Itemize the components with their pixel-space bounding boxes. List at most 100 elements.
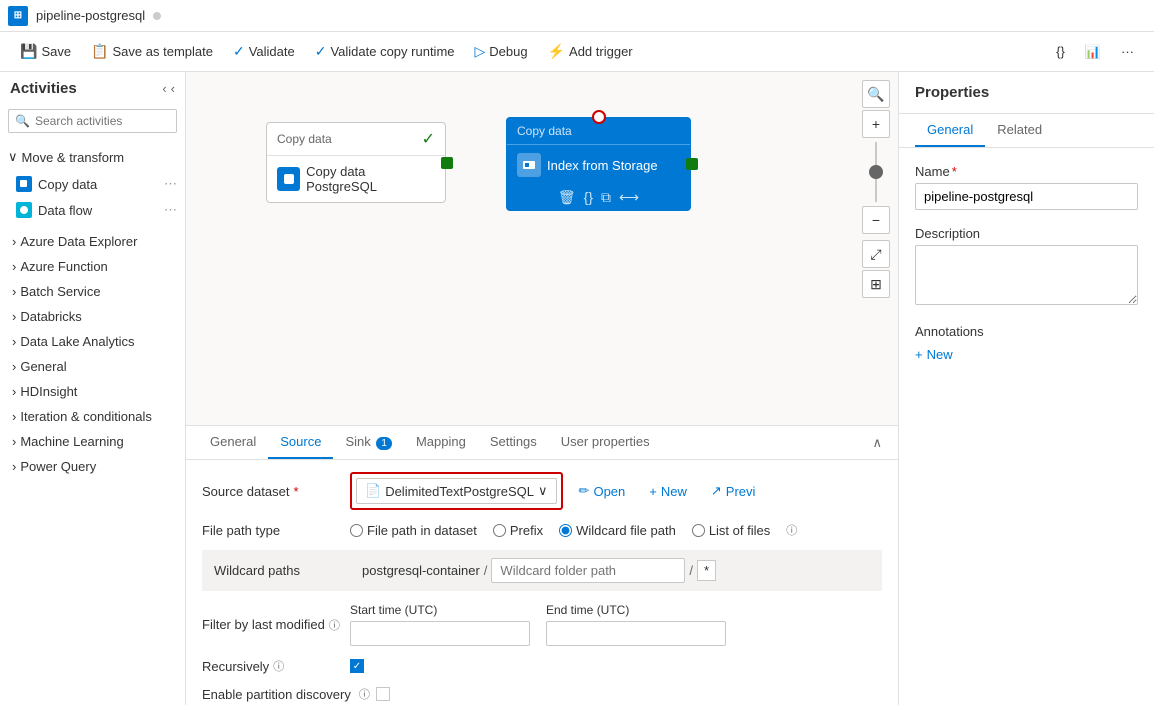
radio-file-path-dataset[interactable]: File path in dataset: [350, 523, 477, 538]
search-activities-input[interactable]: [8, 109, 177, 133]
app-icon: ⊞: [8, 6, 28, 26]
canvas-search-btn[interactable]: 🔍: [862, 80, 890, 108]
node-delete-btn[interactable]: 🗑: [558, 189, 576, 206]
props-tab-general[interactable]: General: [915, 114, 985, 147]
pipeline-canvas[interactable]: Copy data ✓ Copy data PostgreSQL: [186, 72, 898, 425]
edit-icon: ✏: [579, 483, 590, 499]
sidebar-collapse-controls[interactable]: ‹ ‹: [162, 81, 175, 96]
sidebar-item-data-flow[interactable]: Data flow ⋯: [0, 197, 185, 223]
add-new-label: New: [927, 347, 953, 362]
wildcard-folder-input[interactable]: [491, 558, 685, 583]
canvas-grid-btn[interactable]: ⊞: [862, 270, 890, 298]
recursively-info-icon[interactable]: ⓘ: [273, 658, 284, 674]
title-bar: ⊞ pipeline-postgresql: [0, 0, 1154, 32]
tab-mapping[interactable]: Mapping: [404, 426, 478, 459]
partition-checkbox[interactable]: [376, 687, 390, 701]
props-tab-related[interactable]: Related: [985, 114, 1054, 147]
panel-collapse-btn[interactable]: ∧: [868, 431, 886, 455]
file-path-info-icon[interactable]: ⓘ: [786, 522, 797, 538]
description-textarea[interactable]: [915, 245, 1138, 305]
sidebar-item-general[interactable]: › General: [0, 354, 185, 379]
sidebar-section-header-move-transform[interactable]: ∨ Move & transform: [0, 145, 185, 169]
name-label-text: Name: [915, 164, 950, 179]
name-input[interactable]: [915, 183, 1138, 210]
filter-info-icon[interactable]: ⓘ: [329, 617, 340, 633]
path-separator-1: /: [484, 563, 488, 578]
bottom-panel: General Source Sink 1 Mapping: [186, 425, 898, 705]
sidebar-item-machine-learning[interactable]: › Machine Learning: [0, 429, 185, 454]
dataset-select[interactable]: 📄 DelimitedTextPostgreSQL ∨: [356, 478, 557, 504]
sidebar-item-databricks[interactable]: › Databricks: [0, 304, 185, 329]
tab-general[interactable]: General: [198, 426, 268, 459]
copy-icon[interactable]: ⋯: [164, 176, 177, 192]
recursively-checkbox[interactable]: ✓: [350, 659, 364, 673]
filter-label-text: Filter by last modified: [202, 617, 325, 632]
source-tab-content: Source dataset * 📄 DelimitedTextPostgreS…: [186, 460, 898, 705]
data-flow-copy-icon[interactable]: ⋯: [164, 202, 177, 218]
tab-user-properties[interactable]: User properties: [549, 426, 662, 459]
sidebar-item-data-lake-analytics[interactable]: › Data Lake Analytics: [0, 329, 185, 354]
sidebar-item-iteration-conditionals[interactable]: › Iteration & conditionals: [0, 404, 185, 429]
preview-data-btn[interactable]: ↗ Previ: [703, 479, 764, 503]
radio-prefix-input[interactable]: [493, 524, 506, 537]
code-view-button[interactable]: {}: [1048, 40, 1073, 64]
end-time-input[interactable]: [546, 621, 726, 646]
sidebar-item-azure-function[interactable]: › Azure Function: [0, 254, 185, 279]
chevron-left2-icon[interactable]: ‹: [171, 81, 175, 96]
node-copy-postgresql[interactable]: Copy data ✓ Copy data PostgreSQL: [266, 122, 446, 203]
hdinsight-label: HDInsight: [20, 384, 77, 399]
node-connector-top-storage: [592, 110, 606, 124]
validate-copy-runtime-button[interactable]: ✓ Validate copy runtime: [307, 39, 463, 64]
data-flow-item-main: Data flow: [16, 202, 92, 218]
chevron-left-icon[interactable]: ‹: [162, 81, 166, 96]
canvas-fit-btn[interactable]: ⤢: [862, 240, 890, 268]
node-index-storage[interactable]: Copy data Index from Storage: [506, 117, 691, 211]
wildcard-paths-label: Wildcard paths: [214, 563, 354, 578]
open-dataset-btn[interactable]: ✏ Open: [571, 479, 634, 503]
annotations-label: Annotations: [915, 324, 1138, 339]
node-code-btn[interactable]: {}: [584, 189, 593, 206]
debug-button[interactable]: ▷ Debug: [467, 39, 536, 64]
monitor-button[interactable]: 📊: [1077, 40, 1109, 64]
container-value: postgresql-container: [362, 563, 480, 578]
data-lake-analytics-label: Data Lake Analytics: [20, 334, 134, 349]
sidebar-title: Activities: [10, 80, 77, 97]
more-button[interactable]: ···: [1113, 40, 1142, 64]
wildcard-paths-controls: postgresql-container / / *: [362, 558, 716, 583]
new-label: New: [661, 484, 687, 499]
save-icon: 💾: [20, 43, 37, 60]
radio-list-input[interactable]: [692, 524, 705, 537]
radio-list-of-files[interactable]: List of files: [692, 523, 770, 538]
data-flow-actions: ⋯: [164, 202, 177, 218]
canvas-zoom-out-btn[interactable]: −: [862, 206, 890, 234]
partition-info-icon[interactable]: ⓘ: [359, 686, 370, 702]
node-copy-btn[interactable]: ⧉: [601, 189, 611, 206]
tab-settings[interactable]: Settings: [478, 426, 549, 459]
add-annotation-btn[interactable]: + New: [915, 347, 1138, 362]
radio-prefix[interactable]: Prefix: [493, 523, 543, 538]
source-dataset-label-text: Source dataset: [202, 484, 289, 499]
sidebar-item-batch-service[interactable]: › Batch Service: [0, 279, 185, 304]
start-time-input[interactable]: [350, 621, 530, 646]
canvas-zoom-slider[interactable]: [875, 142, 877, 202]
tab-sink[interactable]: Sink 1: [333, 426, 403, 459]
radio-wildcard-file-path[interactable]: Wildcard file path: [559, 523, 676, 538]
open-label: Open: [593, 484, 625, 499]
databricks-label: Databricks: [20, 309, 81, 324]
sidebar-item-power-query[interactable]: › Power Query: [0, 454, 185, 479]
sidebar-item-hdinsight[interactable]: › HDInsight: [0, 379, 185, 404]
radio-wildcard-input[interactable]: [559, 524, 572, 537]
copy-data-item-main: Copy data: [16, 176, 97, 192]
save-button[interactable]: 💾 Save: [12, 39, 79, 64]
chevron-right-icon3: ›: [12, 284, 16, 299]
sidebar-item-azure-data-explorer[interactable]: › Azure Data Explorer: [0, 229, 185, 254]
validate-button[interactable]: ✓ Validate: [225, 39, 303, 64]
radio-file-path-input[interactable]: [350, 524, 363, 537]
canvas-zoom-in-btn[interactable]: +: [862, 110, 890, 138]
new-dataset-btn[interactable]: + New: [641, 480, 695, 503]
sidebar-item-copy-data[interactable]: Copy data ⋯: [0, 171, 185, 197]
tab-source[interactable]: Source: [268, 426, 333, 459]
save-template-button[interactable]: 📋 Save as template: [83, 39, 221, 64]
add-trigger-button[interactable]: ⚡ Add trigger: [540, 39, 641, 64]
node-link-btn[interactable]: ⟷: [619, 189, 639, 206]
